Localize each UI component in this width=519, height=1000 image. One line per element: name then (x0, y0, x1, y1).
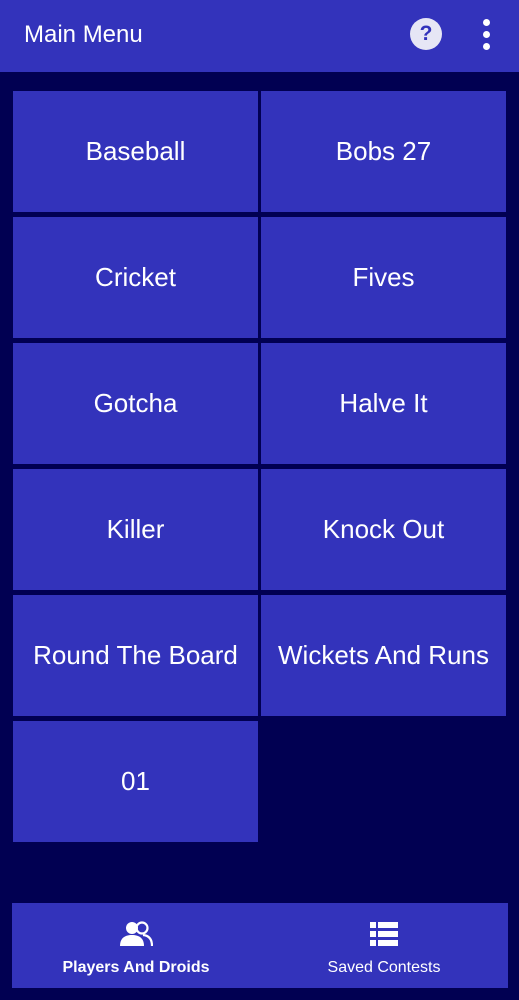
help-icon[interactable]: ? (410, 18, 442, 50)
game-tile-gotcha[interactable]: Gotcha (13, 343, 258, 464)
nav-saved-contests[interactable]: Saved Contests (260, 903, 508, 988)
game-tile-fives[interactable]: Fives (261, 217, 506, 338)
more-options-icon[interactable] (476, 18, 498, 52)
game-tile-bobs-27[interactable]: Bobs 27 (261, 91, 506, 212)
list-icon (370, 922, 398, 946)
game-tile-killer[interactable]: Killer (13, 469, 258, 590)
people-icon (120, 921, 153, 947)
nav-label: Players And Droids (62, 959, 210, 976)
game-tile-01[interactable]: 01 (13, 721, 258, 842)
game-tile-wickets-and-runs[interactable]: Wickets And Runs (261, 595, 506, 716)
game-tile-round-the-board[interactable]: Round The Board (13, 595, 258, 716)
game-tile-cricket[interactable]: Cricket (13, 217, 258, 338)
app-bar: Main Menu ? (0, 0, 519, 72)
game-tile-knock-out[interactable]: Knock Out (261, 469, 506, 590)
page-title: Main Menu (24, 21, 143, 48)
nav-label: Saved Contests (327, 959, 441, 976)
bottom-navigation: Players And Droids Saved Contests (12, 903, 508, 988)
game-tile-baseball[interactable]: Baseball (13, 91, 258, 212)
game-grid: Baseball Bobs 27 Cricket Fives Gotcha Ha… (13, 91, 506, 842)
nav-players-and-droids[interactable]: Players And Droids (12, 903, 260, 988)
game-tile-halve-it[interactable]: Halve It (261, 343, 506, 464)
